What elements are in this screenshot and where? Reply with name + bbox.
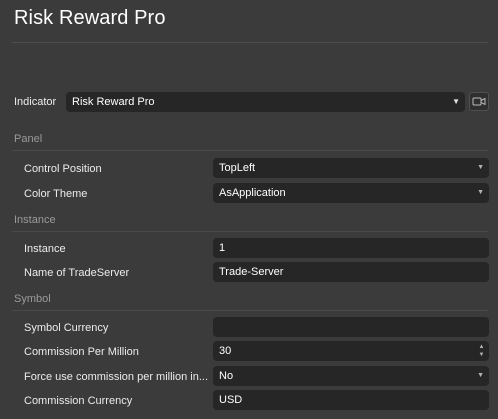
section-divider: [12, 231, 488, 232]
page-title: Risk Reward Pro: [14, 7, 166, 29]
caret-down-icon: ▼: [452, 97, 460, 106]
section-divider: [12, 310, 488, 311]
video-camera-button[interactable]: [469, 92, 489, 111]
symbol-currency-input[interactable]: [213, 317, 489, 337]
trade-server-label: Name of TradeServer: [24, 267, 130, 279]
video-camera-icon: [472, 97, 486, 106]
color-theme-value: AsApplication: [219, 187, 286, 199]
indicator-label: Indicator: [14, 96, 57, 108]
commission-per-million-input[interactable]: 30 ▲ ▼: [213, 341, 489, 361]
control-position-select[interactable]: TopLeft ▼: [213, 158, 489, 178]
instance-input[interactable]: 1: [213, 238, 489, 258]
commission-currency-label: Commission Currency: [24, 395, 133, 407]
section-divider: [12, 150, 488, 151]
trade-server-input[interactable]: Trade-Server: [213, 262, 489, 282]
caret-down-icon: ▼: [477, 372, 484, 379]
color-theme-label: Color Theme: [24, 188, 88, 200]
commission-per-million-value: 30: [219, 345, 232, 357]
section-header-panel: Panel: [14, 133, 43, 145]
indicator-value: Risk Reward Pro: [72, 96, 155, 108]
indicator-select[interactable]: Risk Reward Pro ▼: [66, 92, 465, 112]
section-header-instance: Instance: [14, 214, 56, 226]
instance-label: Instance: [24, 243, 66, 255]
commission-currency-value: USD: [219, 394, 243, 406]
color-theme-select[interactable]: AsApplication ▼: [213, 183, 489, 203]
header-divider: [12, 42, 488, 43]
section-header-symbol: Symbol: [14, 293, 51, 305]
commission-per-million-label: Commission Per Million: [24, 346, 139, 358]
spinner-arrows-icon[interactable]: ▲ ▼: [478, 343, 485, 359]
force-commission-label: Force use commission per million in...: [24, 371, 209, 383]
trade-server-value: Trade-Server: [219, 266, 284, 278]
instance-value: 1: [219, 242, 226, 254]
commission-currency-input[interactable]: USD: [213, 390, 489, 410]
force-commission-value: No: [219, 370, 234, 382]
control-position-value: TopLeft: [219, 162, 256, 174]
control-position-label: Control Position: [24, 163, 102, 175]
caret-down-icon: ▼: [477, 189, 484, 196]
force-commission-select[interactable]: No ▼: [213, 366, 489, 386]
caret-down-icon: ▼: [477, 164, 484, 171]
symbol-currency-label: Symbol Currency: [24, 322, 109, 334]
